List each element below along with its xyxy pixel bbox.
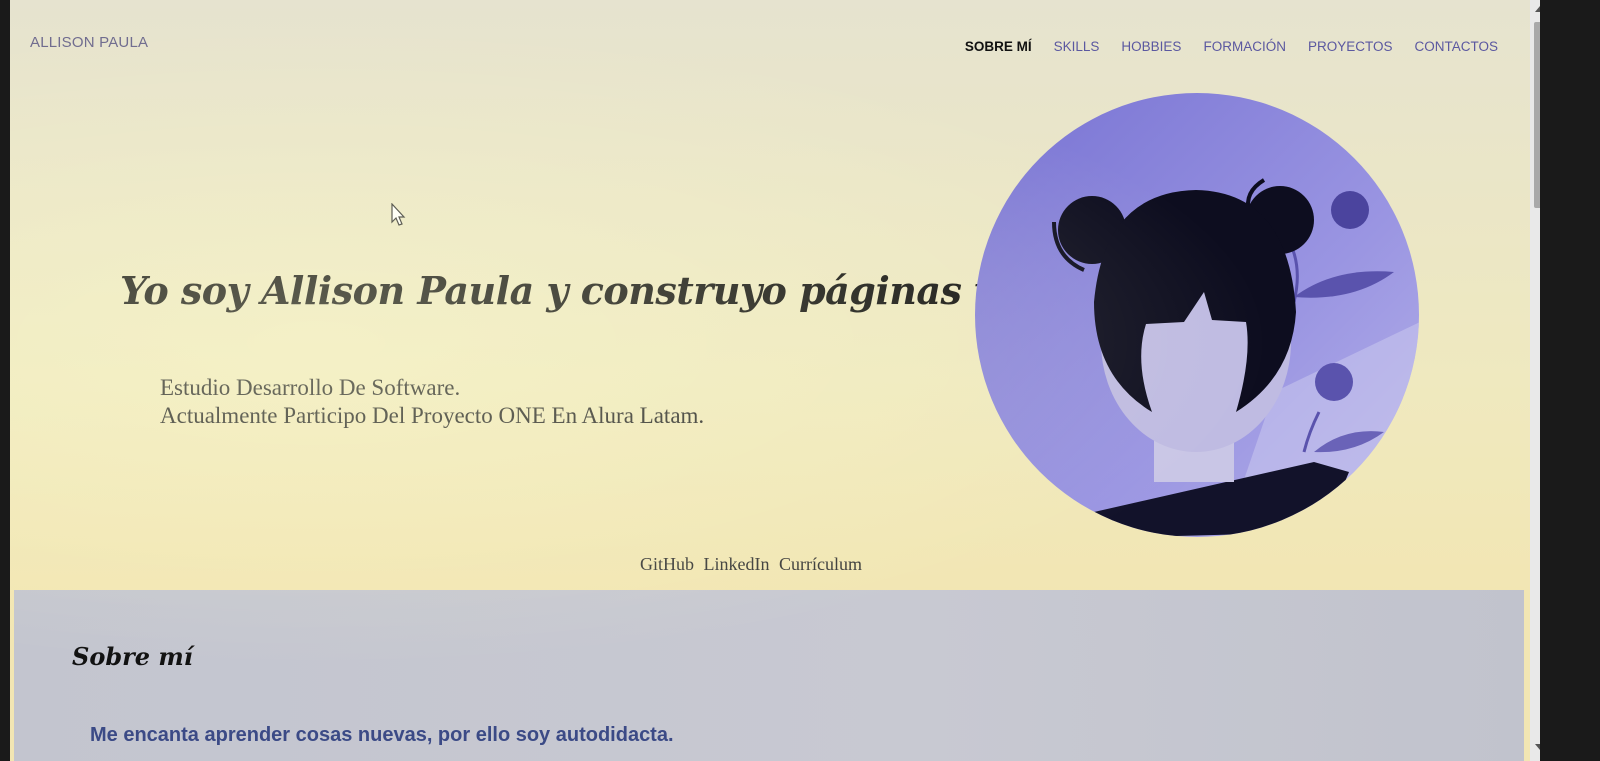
scrollbar-thumb[interactable]: [1534, 22, 1540, 208]
scroll-up-arrow-icon[interactable]: [1535, 6, 1540, 12]
about-section: Sobre mí Me encanta aprender cosas nueva…: [14, 590, 1524, 761]
nav-item-hobbies: HOBBIES: [1121, 38, 1181, 56]
nav-item-contactos: CONTACTOS: [1414, 38, 1498, 56]
brand-logo-link[interactable]: ALLISON PAULA: [30, 34, 148, 51]
nav-item-skills: SKILLS: [1054, 38, 1100, 56]
curriculum-link[interactable]: Currículum: [779, 554, 862, 574]
intro-line-project: Actualmente Participo Del Proyecto ONE E…: [160, 403, 705, 428]
nav-link-skills[interactable]: SKILLS: [1054, 39, 1100, 54]
nav-menu: SOBRE MÍ SKILLS HOBBIES FORMACIÓN PROYEC…: [965, 38, 1498, 56]
mouse-cursor-icon: [391, 203, 406, 226]
top-navbar: ALLISON PAULA SOBRE MÍ SKILLS HOBBIES FO…: [10, 0, 1540, 90]
hero-intro: Estudio Desarrollo De Software. Actualme…: [160, 374, 704, 430]
nav-item-formacion: FORMACIÓN: [1203, 38, 1286, 56]
hero-headline: Yo soy Allison Paula y construyo páginas…: [120, 268, 1069, 313]
github-link[interactable]: GitHub: [640, 554, 694, 574]
vertical-scrollbar[interactable]: [1530, 0, 1540, 761]
nav-item-sobre-mi: SOBRE MÍ: [965, 38, 1032, 56]
nav-link-sobre-mi[interactable]: SOBRE MÍ: [965, 39, 1032, 54]
scroll-down-arrow-icon[interactable]: [1535, 744, 1540, 750]
intro-line-study: Estudio Desarrollo De Software.: [160, 375, 461, 400]
about-title: Sobre mí: [72, 642, 193, 671]
nav-link-proyectos[interactable]: PROYECTOS: [1308, 39, 1393, 54]
nav-link-contactos[interactable]: CONTACTOS: [1414, 39, 1498, 54]
nav-item-proyectos: PROYECTOS: [1308, 38, 1393, 56]
linkedin-link[interactable]: LinkedIn: [704, 554, 770, 574]
about-text: Me encanta aprender cosas nuevas, por el…: [90, 724, 674, 746]
browser-viewport: ALLISON PAULA SOBRE MÍ SKILLS HOBBIES FO…: [10, 0, 1540, 761]
nav-link-formacion[interactable]: FORMACIÓN: [1203, 39, 1286, 54]
social-links: GitHub LinkedIn Currículum: [640, 554, 867, 575]
nav-link-hobbies[interactable]: HOBBIES: [1121, 39, 1181, 54]
girl-avatar-illustration: [975, 93, 1419, 537]
